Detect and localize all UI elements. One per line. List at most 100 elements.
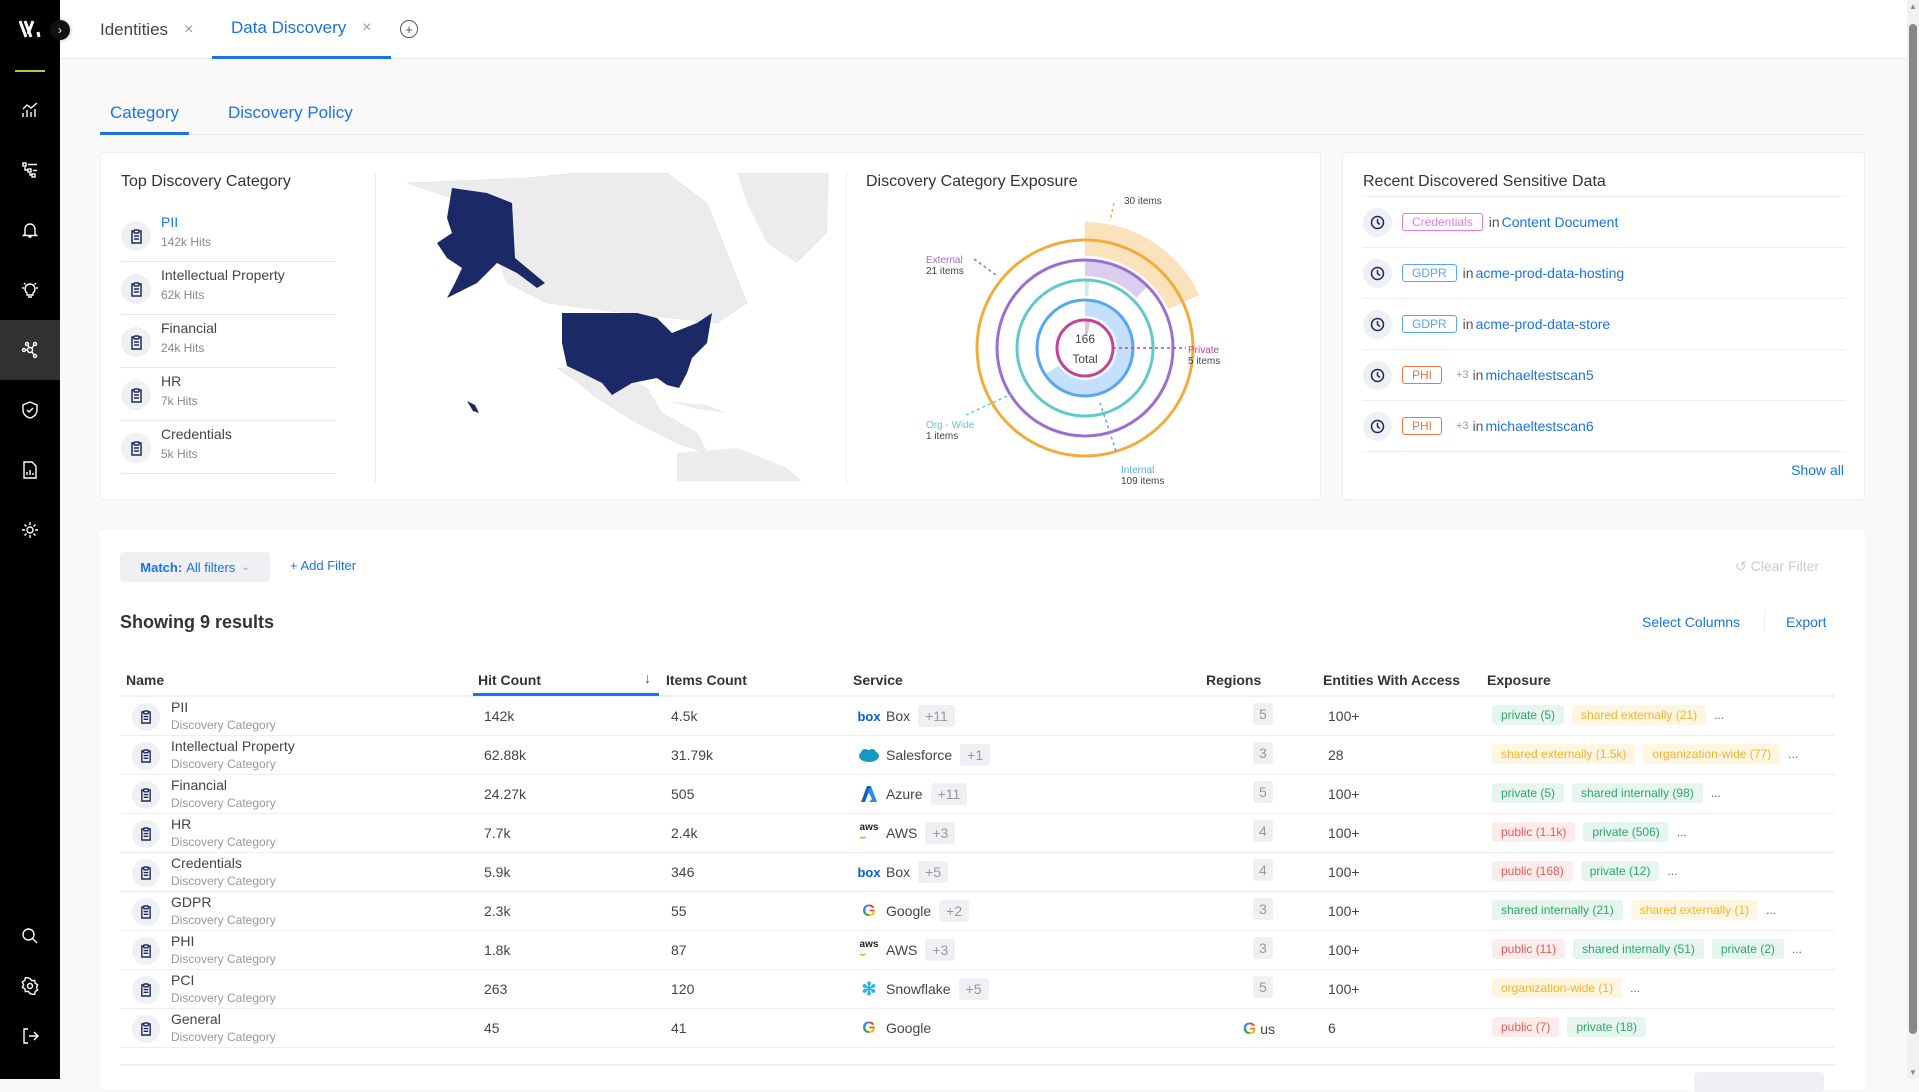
column-header-regions[interactable]: Regions bbox=[1206, 672, 1261, 688]
column-header-entities[interactable]: Entities With Access bbox=[1323, 672, 1460, 688]
more-exposure-icon[interactable]: ... bbox=[1792, 942, 1802, 956]
column-header-service[interactable]: Service bbox=[853, 672, 903, 688]
category-name: PII bbox=[161, 214, 179, 230]
clear-filter-button[interactable]: ↺ Clear Filter bbox=[1735, 558, 1819, 575]
scrollbar-thumb[interactable] bbox=[1909, 24, 1917, 1034]
table-row[interactable]: HR Discovery Category 7.7k 2.4k aws ⌣ AWS… bbox=[120, 814, 1835, 853]
regions-count[interactable]: 5 bbox=[1253, 976, 1273, 998]
sort-descending-icon[interactable]: ↓ bbox=[644, 670, 651, 686]
export-button[interactable]: Export bbox=[1786, 614, 1826, 630]
sidebar-item-network[interactable] bbox=[0, 320, 60, 380]
match-filter-dropdown[interactable]: Match: All filters ⌄ bbox=[120, 552, 270, 582]
category-list-item[interactable]: Credentials 5k Hits bbox=[121, 421, 336, 474]
row-name[interactable]: PII bbox=[171, 699, 188, 715]
sidebar-item-shield-check[interactable] bbox=[0, 380, 60, 440]
sidebar-item-sun[interactable] bbox=[0, 500, 60, 560]
table-row[interactable]: PCI Discovery Category 263 120 ✻ Snowfla… bbox=[120, 970, 1835, 1009]
more-exposure-icon[interactable]: ... bbox=[1788, 747, 1798, 761]
more-exposure-icon[interactable]: ... bbox=[1766, 903, 1776, 917]
close-icon[interactable]: × bbox=[362, 19, 371, 37]
regions-count[interactable]: 5 bbox=[1253, 781, 1273, 803]
target-link[interactable]: acme-prod-data-hosting bbox=[1476, 265, 1625, 281]
target-link[interactable]: acme-prod-data-store bbox=[1476, 316, 1611, 332]
row-name[interactable]: PHI bbox=[171, 933, 194, 949]
more-services-badge[interactable]: +11 bbox=[930, 783, 968, 805]
sidebar-item-analytics[interactable] bbox=[0, 80, 60, 140]
exposure-tag: shared internally (21) bbox=[1492, 900, 1623, 920]
sidebar-item-bell[interactable] bbox=[0, 200, 60, 260]
regions-count[interactable]: 3 bbox=[1253, 937, 1273, 959]
google-logo-icon: G bbox=[1243, 1019, 1257, 1038]
more-exposure-icon[interactable]: ... bbox=[1711, 786, 1721, 800]
regions-count[interactable]: 5 bbox=[1253, 703, 1273, 725]
subtab-discovery-policy[interactable]: Discovery Policy bbox=[228, 103, 353, 135]
world-map[interactable] bbox=[407, 173, 829, 481]
category-tag: GDPR bbox=[1402, 264, 1457, 282]
more-services-badge[interactable]: +11 bbox=[918, 705, 955, 727]
target-link[interactable]: michaeltestscan5 bbox=[1485, 367, 1593, 383]
table-row[interactable]: Credentials Discovery Category 5.9k 346 … bbox=[120, 853, 1835, 892]
subtab-category[interactable]: Category bbox=[100, 103, 189, 135]
divider bbox=[846, 173, 847, 483]
show-all-link[interactable]: Show all bbox=[1791, 462, 1844, 478]
row-name[interactable]: Financial bbox=[171, 777, 227, 793]
more-services-badge[interactable]: +3 bbox=[925, 939, 956, 961]
row-name[interactable]: HR bbox=[171, 816, 191, 832]
row-name[interactable]: Intellectual Property bbox=[171, 738, 295, 754]
table-row[interactable]: General Discovery Category 45 41 G Googl… bbox=[120, 1009, 1835, 1048]
row-name[interactable]: Credentials bbox=[171, 855, 242, 871]
tab-identities[interactable]: Identities × bbox=[100, 0, 193, 59]
more-exposure-icon[interactable]: ... bbox=[1714, 708, 1724, 722]
close-icon[interactable]: × bbox=[184, 21, 193, 39]
more-services-badge[interactable]: +1 bbox=[960, 744, 991, 766]
select-columns-button[interactable]: Select Columns bbox=[1642, 614, 1740, 630]
exposure-tag: private (2) bbox=[1711, 939, 1784, 959]
more-services-badge[interactable]: +5 bbox=[958, 978, 989, 1000]
pagination-control[interactable] bbox=[1694, 1072, 1824, 1092]
more-services-badge[interactable]: +5 bbox=[918, 861, 949, 883]
tab-data-discovery[interactable]: Data Discovery × bbox=[212, 0, 391, 59]
table-row[interactable]: Financial Discovery Category 24.27k 505 … bbox=[120, 775, 1835, 814]
column-header-hit-count[interactable]: Hit Count bbox=[478, 672, 541, 688]
regions-count[interactable]: 4 bbox=[1253, 820, 1273, 842]
regions-count[interactable]: 3 bbox=[1253, 742, 1273, 764]
clipboard-icon bbox=[132, 742, 160, 770]
sidebar-item-hierarchy[interactable] bbox=[0, 140, 60, 200]
category-list-item[interactable]: Financial 24k Hits bbox=[121, 315, 336, 368]
more-exposure-icon[interactable]: ... bbox=[1630, 981, 1640, 995]
scroll-down-icon[interactable]: ▼ bbox=[1909, 1068, 1917, 1077]
target-link[interactable]: michaeltestscan6 bbox=[1485, 418, 1593, 434]
table-row[interactable]: PHI Discovery Category 1.8k 87 aws ⌣ AWS … bbox=[120, 931, 1835, 970]
add-filter-button[interactable]: + Add Filter bbox=[290, 558, 356, 573]
add-tab-icon[interactable]: + bbox=[400, 20, 418, 38]
sidebar-item-report[interactable] bbox=[0, 440, 60, 500]
row-name[interactable]: PCI bbox=[171, 972, 194, 988]
category-list-item[interactable]: PII 142k Hits bbox=[121, 209, 336, 262]
regions-count[interactable]: 4 bbox=[1253, 859, 1273, 881]
column-header-items-count[interactable]: Items Count bbox=[666, 672, 747, 688]
more-exposure-icon[interactable]: ... bbox=[1677, 825, 1687, 839]
category-list-item[interactable]: HR 7k Hits bbox=[121, 368, 336, 421]
sidebar-item-lightbulb[interactable] bbox=[0, 260, 60, 320]
target-link[interactable]: Content Document bbox=[1502, 214, 1619, 230]
page-scrollbar[interactable]: ▲ ▼ bbox=[1907, 0, 1919, 1079]
more-exposure-icon[interactable]: ... bbox=[1667, 864, 1677, 878]
sidebar-expand-button[interactable]: › bbox=[50, 20, 70, 40]
table-row[interactable]: Intellectual Property Discovery Category… bbox=[120, 736, 1835, 775]
scroll-up-icon[interactable]: ▲ bbox=[1909, 2, 1917, 11]
table-row[interactable]: GDPR Discovery Category 2.3k 55 G Google… bbox=[120, 892, 1835, 931]
table-row[interactable]: PII Discovery Category 142k 4.5k box Box… bbox=[120, 697, 1835, 736]
column-header-exposure[interactable]: Exposure bbox=[1487, 672, 1551, 688]
regions-count[interactable]: 3 bbox=[1253, 898, 1273, 920]
more-services-badge[interactable]: +3 bbox=[925, 822, 956, 844]
row-name[interactable]: GDPR bbox=[171, 894, 211, 910]
category-list-item[interactable]: Intellectual Property 62k Hits bbox=[121, 262, 336, 315]
sidebar-item-logout[interactable] bbox=[0, 1006, 60, 1066]
column-header-name[interactable]: Name bbox=[126, 672, 164, 688]
items-count: 87 bbox=[671, 942, 687, 958]
more-services-badge[interactable]: +2 bbox=[939, 900, 970, 922]
row-type: Discovery Category bbox=[171, 718, 276, 732]
row-name[interactable]: General bbox=[171, 1011, 221, 1027]
entities-with-access: 100+ bbox=[1328, 825, 1360, 841]
more-count: +3 bbox=[1456, 369, 1469, 381]
